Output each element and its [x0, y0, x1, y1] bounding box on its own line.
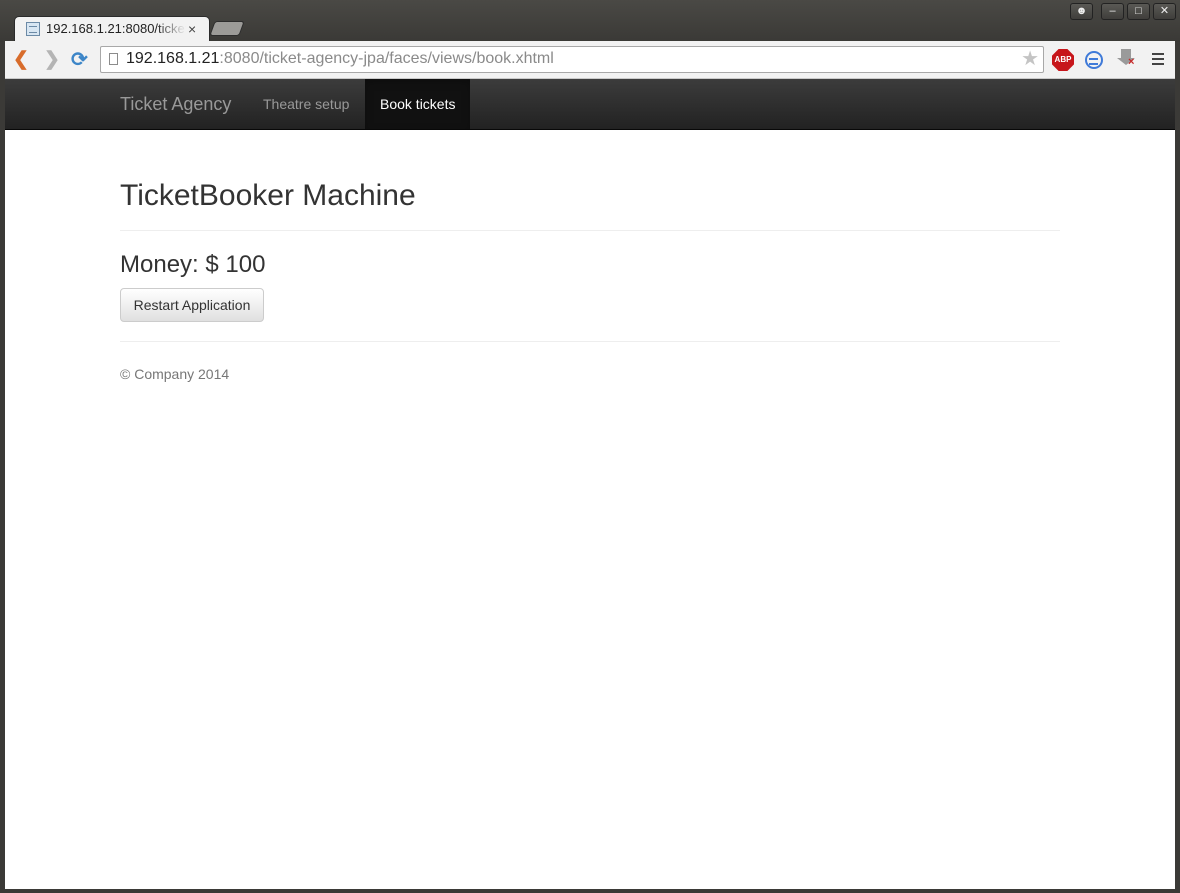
restart-application-button[interactable]: Restart Application: [120, 288, 264, 322]
money-display: Money: $ 100: [120, 251, 266, 278]
nav-link-book-tickets[interactable]: Book tickets: [365, 79, 471, 129]
url-text[interactable]: 192.168.1.21:8080/ticket-agency-jpa/face…: [126, 50, 554, 68]
reload-icon[interactable]: ⟳: [71, 50, 88, 70]
bookmark-star-icon[interactable]: ★: [1021, 48, 1039, 70]
browser-menu-icon[interactable]: [1152, 53, 1164, 67]
adblock-plus-icon[interactable]: ABP: [1052, 49, 1074, 71]
address-bar[interactable]: 192.168.1.21:8080/ticket-agency-jpa/face…: [100, 46, 1044, 73]
page-icon: [109, 53, 118, 65]
url-host: 192.168.1.21: [126, 50, 220, 67]
minimize-button[interactable]: –: [1101, 3, 1124, 20]
window-titlebar: 192.168.1.21:8080/ticket-agency-jpa/face…: [0, 0, 1180, 42]
sync-extension-icon[interactable]: [1085, 51, 1103, 69]
page-title: TicketBooker Machine: [120, 179, 416, 212]
close-window-button[interactable]: ✕: [1153, 3, 1176, 20]
tab-title: 192.168.1.21:8080/ticket-agency-jpa/face…: [46, 21, 186, 39]
download-extension-icon[interactable]: ×: [1117, 49, 1137, 69]
forward-arrow-icon[interactable]: ❯: [44, 50, 60, 70]
browser-tab[interactable]: 192.168.1.21:8080/ticket-agency-jpa/face…: [14, 16, 210, 42]
footer-divider: [120, 341, 1060, 342]
person-icon: ☻: [1075, 5, 1088, 17]
site-navbar: Ticket Agency Theatre setup Book tickets: [5, 79, 1175, 130]
maximize-button[interactable]: □: [1127, 3, 1150, 20]
nav-link-theatre-setup[interactable]: Theatre setup: [248, 79, 364, 129]
new-tab-button[interactable]: [209, 21, 245, 36]
footer-copyright: © Company 2014: [120, 366, 230, 382]
tab-close-icon[interactable]: ×: [188, 20, 196, 38]
url-path: :8080/ticket-agency-jpa/faces/views/book…: [219, 50, 554, 67]
page-favicon-icon: [26, 22, 40, 36]
window-frame-bottom: [0, 889, 1180, 893]
profile-button[interactable]: ☻: [1070, 3, 1093, 20]
navbar-brand[interactable]: Ticket Agency: [120, 93, 231, 115]
back-arrow-icon[interactable]: ❮: [13, 50, 29, 70]
browser-toolbar: ❮ ❯ ⟳ 192.168.1.21:8080/ticket-agency-jp…: [5, 41, 1175, 79]
divider: [120, 230, 1060, 231]
page-viewport: Ticket Agency Theatre setup Book tickets…: [5, 79, 1175, 889]
